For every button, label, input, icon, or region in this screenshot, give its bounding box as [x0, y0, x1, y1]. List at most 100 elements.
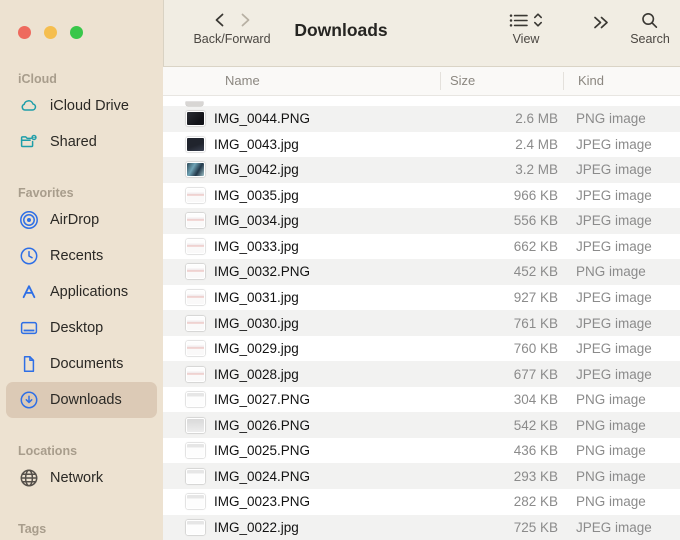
file-kind: JPEG image: [576, 520, 680, 535]
file-row[interactable]: IMG_0029.jpg760 KBJPEG image: [163, 336, 680, 362]
file-name: IMG_0029.jpg: [214, 341, 299, 356]
file-kind: JPEG image: [576, 341, 680, 356]
file-kind: PNG image: [576, 264, 680, 279]
desktop-icon: [18, 318, 40, 338]
file-thumbnail: [186, 111, 205, 126]
sidebar-item-label: Applications: [50, 284, 128, 300]
file-name: IMG_0022.jpg: [214, 520, 299, 535]
file-name: IMG_0042.jpg: [214, 162, 299, 177]
sidebar-item-applications[interactable]: Applications: [6, 274, 157, 310]
file-row-partial: [163, 96, 680, 106]
file-thumbnail-partial: [186, 102, 203, 106]
column-header-size[interactable]: Size: [450, 73, 475, 89]
file-kind: JPEG image: [576, 162, 680, 177]
file-kind: JPEG image: [576, 213, 680, 228]
document-icon: [18, 354, 40, 374]
sidebar-sections: iCloudiCloud DriveSharedFavoritesAirDrop…: [0, 68, 163, 538]
file-size: 2.4 MB: [458, 137, 558, 152]
sidebar-item-network[interactable]: Network: [6, 460, 157, 496]
file-kind: JPEG image: [576, 367, 680, 382]
file-thumbnail: [186, 239, 205, 254]
forward-button[interactable]: [239, 12, 252, 28]
sidebar-item-shared[interactable]: Shared: [6, 124, 157, 160]
file-kind: PNG image: [576, 443, 680, 458]
sidebar-item-icloud-drive[interactable]: iCloud Drive: [6, 88, 157, 124]
file-name: IMG_0035.jpg: [214, 188, 299, 203]
file-name: IMG_0043.jpg: [214, 137, 299, 152]
file-thumbnail: [186, 494, 205, 509]
file-name: IMG_0030.jpg: [214, 316, 299, 331]
view-control[interactable]: View: [509, 11, 543, 46]
more-toolbar-items-button[interactable]: [591, 15, 611, 30]
file-row[interactable]: IMG_0031.jpg 927 KB JPEG image: [163, 285, 680, 311]
column-divider[interactable]: [563, 72, 564, 90]
back-forward-label: Back/Forward: [182, 32, 282, 46]
window-controls: [18, 26, 83, 39]
column-divider[interactable]: [440, 72, 441, 90]
minimize-button[interactable]: [44, 26, 57, 39]
back-button[interactable]: [213, 12, 226, 28]
sidebar-section-header-icloud: iCloud: [0, 68, 163, 88]
file-row[interactable]: IMG_0043.jpg2.4 MBJPEG image: [163, 132, 680, 158]
search-control[interactable]: Search: [630, 11, 670, 46]
file-row[interactable]: IMG_0027.PNG304 KBPNG image: [163, 387, 680, 413]
file-thumbnail: [186, 290, 205, 305]
sidebar-item-documents[interactable]: Documents: [6, 346, 157, 382]
file-size: 761 KB: [458, 316, 558, 331]
sidebar-item-downloads[interactable]: Downloads: [6, 382, 157, 418]
file-kind: PNG image: [576, 469, 680, 484]
sidebar-item-recents[interactable]: Recents: [6, 238, 157, 274]
file-row[interactable]: IMG_0030.jpg761 KBJPEG image: [163, 310, 680, 336]
file-row[interactable]: IMG_0042.jpg 3.2 MB JPEG image: [163, 157, 680, 183]
file-row[interactable]: IMG_0022.jpg725 KBJPEG image: [163, 515, 680, 540]
file-row[interactable]: IMG_0024.PNG293 KBPNG image: [163, 463, 680, 489]
file-row[interactable]: IMG_0028.jpg677 KBJPEG image: [163, 361, 680, 387]
file-row[interactable]: IMG_0023.PNG282 KBPNG image: [163, 489, 680, 515]
file-row[interactable]: IMG_0035.jpg966 KBJPEG image: [163, 183, 680, 209]
column-header-name[interactable]: Name: [225, 73, 260, 89]
file-row[interactable]: IMG_0026.PNG542 KBPNG image: [163, 412, 680, 438]
file-row[interactable]: IMG_0032.PNG 452 KB PNG image: [163, 259, 680, 285]
close-button[interactable]: [18, 26, 31, 39]
file-thumbnail: [186, 264, 205, 279]
zoom-button[interactable]: [70, 26, 83, 39]
file-thumbnail: [186, 188, 205, 203]
column-header-row: Name Size Kind: [163, 67, 680, 96]
file-kind: JPEG image: [576, 290, 680, 305]
sidebar-item-airdrop[interactable]: AirDrop: [6, 202, 157, 238]
file-row[interactable]: IMG_0044.PNG2.6 MBPNG image: [163, 106, 680, 132]
sidebar-item-desktop[interactable]: Desktop: [6, 310, 157, 346]
file-thumbnail: [186, 520, 205, 535]
column-header-kind[interactable]: Kind: [578, 73, 604, 89]
file-size: 927 KB: [458, 290, 558, 305]
view-label: View: [509, 32, 543, 46]
sidebar-section-header-tags: Tags: [0, 518, 163, 538]
search-icon: [641, 12, 658, 29]
file-thumbnail: [186, 367, 205, 382]
file-size: 293 KB: [458, 469, 558, 484]
file-row[interactable]: IMG_0025.PNG436 KBPNG image: [163, 438, 680, 464]
sidebar-item-label: iCloud Drive: [50, 98, 129, 114]
globe-icon: [18, 468, 40, 488]
file-thumbnail: [186, 137, 205, 152]
file-thumbnail: [186, 418, 205, 433]
search-label: Search: [630, 32, 670, 46]
file-size: 452 KB: [458, 264, 558, 279]
chevron-up-down-icon: [533, 12, 543, 28]
file-size: 2.6 MB: [458, 111, 558, 126]
sidebar-item-label: Network: [50, 470, 103, 486]
file-size: 677 KB: [458, 367, 558, 382]
file-size: 3.2 MB: [458, 162, 558, 177]
file-row[interactable]: IMG_0034.jpg556 KBJPEG image: [163, 208, 680, 234]
sidebar-item-label: Shared: [50, 134, 97, 150]
file-name: IMG_0025.PNG: [214, 443, 310, 458]
file-thumbnail: [186, 213, 205, 228]
file-name: IMG_0026.PNG: [214, 418, 310, 433]
sidebar-item-label: Desktop: [50, 320, 103, 336]
file-list: IMG_0044.PNG2.6 MBPNG image IMG_0043.jpg 2…: [163, 96, 680, 540]
file-row[interactable]: IMG_0033.jpg662 KBJPEG image: [163, 234, 680, 260]
file-thumbnail: [186, 469, 205, 484]
file-size: 542 KB: [458, 418, 558, 433]
file-name: IMG_0032.PNG: [214, 264, 310, 279]
file-name: IMG_0031.jpg: [214, 290, 299, 305]
